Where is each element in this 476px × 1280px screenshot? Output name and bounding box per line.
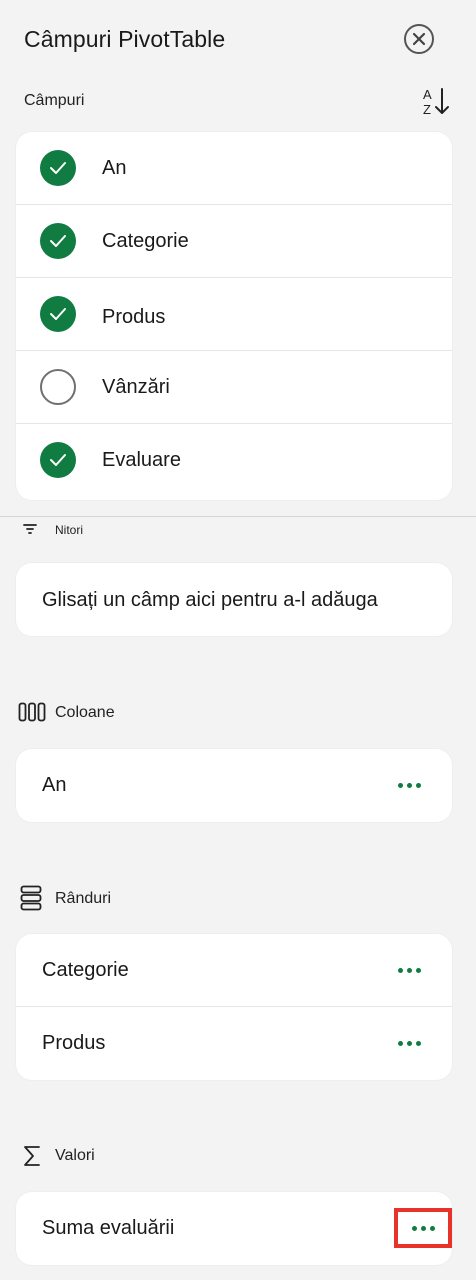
checkbox-checked-icon[interactable] [40,442,76,478]
columns-icon [18,702,46,722]
filter-icon [23,524,37,534]
sigma-icon [24,1146,40,1166]
more-options-button[interactable] [386,771,432,799]
item-label: Categorie [42,959,129,981]
checkbox-checked-icon[interactable] [40,223,76,259]
sort-az-icon: A Z [423,87,449,117]
drop-hint: Glisați un câmp aici pentru a-l adăuga [42,589,378,611]
panel-title: Câmpuri PivotTable [24,26,226,52]
divider [0,516,476,517]
item-label: Produs [42,1032,106,1054]
rows-icon [20,885,42,911]
values-list: Suma evaluării [16,1192,452,1265]
fields-section-label: Câmpuri [24,92,85,109]
fields-list: An Categorie Produs Vânzări Evaluare [16,132,452,500]
field-row-vanzari[interactable]: Vânzări [16,351,452,424]
item-label: Suma evaluării [42,1217,175,1239]
columns-item[interactable]: An [16,749,452,822]
field-label: Categorie [102,230,189,252]
checkbox-unchecked-icon[interactable] [40,369,76,405]
values-section-label: Valori [55,1147,95,1164]
rows-section-label: Rânduri [55,890,112,907]
close-icon [412,32,426,46]
svg-text:A: A [423,87,432,102]
filters-section-label: Nitori [55,523,84,537]
sort-button[interactable]: A Z [420,85,454,119]
field-label: Produs [102,306,166,328]
more-options-button[interactable] [386,1029,432,1057]
field-row-an[interactable]: An [16,132,452,205]
more-icon [411,1225,435,1231]
field-row-categorie[interactable]: Categorie [16,205,452,278]
more-options-button[interactable] [394,1208,452,1248]
rows-item[interactable]: Categorie [16,934,452,1007]
filters-drop-zone[interactable]: Glisați un câmp aici pentru a-l adăuga [16,563,452,636]
more-icon [397,967,421,973]
rows-list: Categorie Produs [16,934,452,1080]
item-label: An [42,774,67,796]
more-icon [397,1040,421,1046]
field-label: Vânzări [102,376,170,398]
field-label: Evaluare [102,449,181,471]
columns-section-label: Coloane [55,704,115,721]
more-icon [397,782,421,788]
rows-item[interactable]: Produs [16,1007,452,1080]
values-item[interactable]: Suma evaluării [16,1192,452,1265]
checkbox-checked-icon[interactable] [40,150,76,186]
field-row-produs[interactable]: Produs [16,278,452,351]
checkbox-checked-icon[interactable] [40,296,76,332]
more-options-button[interactable] [386,956,432,984]
close-button[interactable] [404,24,434,54]
svg-text:Z: Z [423,102,431,117]
field-label: An [102,157,127,179]
field-row-evaluare[interactable]: Evaluare [16,424,452,497]
columns-list: An [16,749,452,822]
